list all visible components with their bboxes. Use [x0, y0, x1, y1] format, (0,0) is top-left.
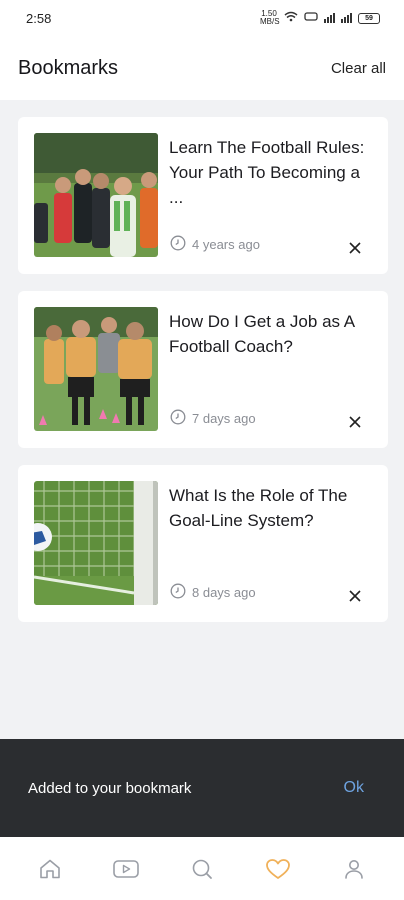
search-icon	[192, 859, 212, 879]
close-icon	[349, 590, 361, 602]
clock-icon	[170, 235, 186, 254]
status-icons: 1.50 MB/S 59	[260, 10, 380, 26]
article-meta: 4 years ago	[170, 235, 260, 254]
volte-icon	[304, 11, 318, 25]
clock-icon	[170, 583, 186, 602]
tab-home[interactable]	[30, 849, 70, 889]
page-title: Bookmarks	[18, 56, 119, 79]
status-time: 2:58	[26, 10, 52, 26]
snackbar-ok-button[interactable]: Ok	[344, 779, 364, 797]
bookmark-card[interactable]: What Is the Role of The Goal-Line System…	[18, 465, 388, 622]
network-speed: 1.50 MB/S	[260, 9, 280, 26]
snackbar-message: Added to your bookmark	[28, 779, 192, 797]
article-thumbnail[interactable]	[34, 481, 158, 605]
remove-bookmark-button[interactable]	[348, 241, 362, 255]
tab-video[interactable]	[106, 849, 146, 889]
remove-bookmark-button[interactable]	[348, 589, 362, 603]
article-time: 7 days ago	[192, 411, 256, 426]
app-header: Bookmarks Clear all	[0, 36, 404, 100]
bottom-nav	[0, 837, 404, 900]
signal-icon	[324, 13, 335, 23]
article-thumbnail[interactable]	[34, 307, 158, 431]
article-title[interactable]: Learn The Football Rules: Your Path To B…	[169, 135, 369, 210]
article-thumbnail[interactable]	[34, 133, 158, 257]
profile-icon	[345, 859, 363, 879]
bookmark-list: Learn The Football Rules: Your Path To B…	[18, 117, 388, 639]
article-title[interactable]: How Do I Get a Job as A Football Coach?	[169, 309, 369, 359]
wifi-icon	[284, 11, 298, 25]
tab-profile[interactable]	[334, 849, 374, 889]
article-time: 8 days ago	[192, 585, 256, 600]
article-time: 4 years ago	[192, 237, 260, 252]
heart-icon	[266, 858, 290, 879]
video-icon	[113, 859, 139, 878]
tab-favorites[interactable]	[258, 849, 298, 889]
close-icon	[349, 242, 361, 254]
remove-bookmark-button[interactable]	[348, 415, 362, 429]
bookmark-card[interactable]: Learn The Football Rules: Your Path To B…	[18, 117, 388, 274]
home-icon	[40, 859, 60, 878]
battery-icon: 59	[358, 12, 380, 24]
status-bar: 2:58 1.50 MB/S 59	[0, 0, 404, 36]
clear-all-button[interactable]: Clear all	[331, 60, 386, 77]
snackbar: Added to your bookmark Ok	[0, 739, 404, 837]
close-icon	[349, 416, 361, 428]
bookmark-card[interactable]: How Do I Get a Job as A Football Coach? …	[18, 291, 388, 448]
article-meta: 7 days ago	[170, 409, 256, 428]
tab-search[interactable]	[182, 849, 222, 889]
article-title[interactable]: What Is the Role of The Goal-Line System…	[169, 483, 369, 533]
signal-icon-2	[341, 13, 352, 23]
clock-icon	[170, 409, 186, 428]
article-meta: 8 days ago	[170, 583, 256, 602]
